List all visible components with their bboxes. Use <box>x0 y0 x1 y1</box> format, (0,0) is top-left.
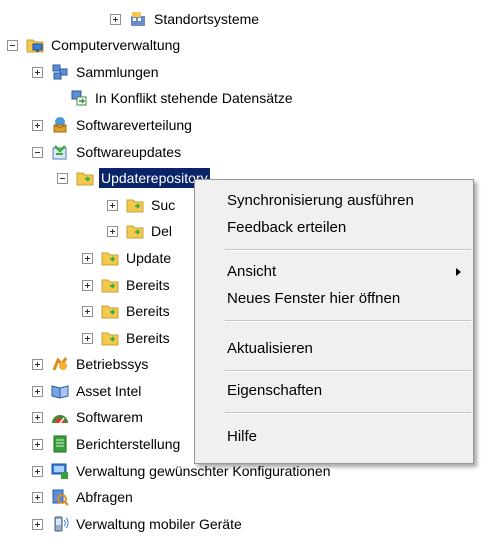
os-deployment-icon <box>51 355 69 373</box>
menu-item-aktualisieren[interactable]: Aktualisieren <box>195 336 473 362</box>
tree-item-label: Betriebssys <box>76 356 149 372</box>
tree-item-bereits-1[interactable]: Bereits <box>82 273 172 297</box>
tree-item-label: In Konflikt stehende Datensätze <box>95 90 293 106</box>
tree-item-label: Softwareupdates <box>76 144 182 160</box>
menu-separator <box>225 249 471 251</box>
mobile-device-icon <box>51 515 69 533</box>
tree-item-softwareverteilung[interactable]: Softwareverteilung <box>32 113 194 137</box>
folder-icon <box>101 329 119 347</box>
expand-plus-icon[interactable] <box>32 465 43 477</box>
tree-item-mobile-devices[interactable]: Verwaltung mobiler Geräte <box>32 512 244 536</box>
expand-plus-icon[interactable] <box>110 13 121 25</box>
expand-plus-icon[interactable] <box>82 252 93 264</box>
menu-item-eigenschaften[interactable]: Eigenschaften <box>195 378 473 404</box>
tree-item-konflikt[interactable]: In Konflikt stehende Datensätze <box>51 86 295 110</box>
menu-item-neues-fenster[interactable]: Neues Fenster hier öffnen <box>195 286 473 312</box>
tree-item-label: Verwaltung mobiler Geräte <box>76 516 242 532</box>
folder-icon <box>101 302 119 320</box>
menu-item-label: Ansicht <box>227 263 277 280</box>
tree-item-betriebssysteme[interactable]: Betriebssys <box>32 352 150 376</box>
expand-plus-icon[interactable] <box>32 66 43 78</box>
tree-item-asset-intelligence[interactable]: Asset Intel <box>32 379 143 403</box>
menu-item-label: Feedback erteilen <box>227 219 347 236</box>
software-metering-icon <box>51 408 69 426</box>
collapse-minus-icon[interactable] <box>7 39 18 51</box>
collapse-minus-icon[interactable] <box>57 172 68 184</box>
folder-icon <box>101 249 119 267</box>
folder-icon <box>126 196 144 214</box>
conflict-records-icon <box>70 89 88 107</box>
tree-item-label: Berichterstellung <box>76 436 181 452</box>
expand-plus-icon[interactable] <box>32 438 43 450</box>
expand-plus-icon[interactable] <box>107 199 118 211</box>
expand-plus-icon[interactable] <box>32 358 43 370</box>
context-menu: Synchronisierung ausführen Feedback erte… <box>194 179 474 464</box>
tree-item-label: Softwareverteilung <box>76 117 192 133</box>
tree-item-softwaremessung[interactable]: Softwarem <box>32 405 145 429</box>
expand-plus-icon[interactable] <box>82 332 93 344</box>
tree-item-bereits-2[interactable]: Bereits <box>82 299 172 323</box>
tree-item-suc[interactable]: Suc <box>107 193 177 217</box>
menu-item-label: Eigenschaften <box>227 382 323 399</box>
menu-item-label: Aktualisieren <box>227 340 313 357</box>
software-updates-icon <box>51 143 69 161</box>
menu-item-synchronisierung[interactable]: Synchronisierung ausführen <box>195 188 473 214</box>
expand-plus-icon[interactable] <box>32 518 43 530</box>
tree-item-label: Abfragen <box>76 489 133 505</box>
tree-item-label: Bereits <box>126 303 170 319</box>
tree-item-label: Computerverwaltung <box>51 37 181 53</box>
desired-configuration-icon <box>51 462 69 480</box>
queries-icon <box>51 488 69 506</box>
menu-item-label: Neues Fenster hier öffnen <box>227 290 401 307</box>
asset-intelligence-icon <box>51 382 69 400</box>
tree-item-berichterstellung[interactable]: Berichterstellung <box>32 432 182 456</box>
tree-item-label: Standortsysteme <box>154 11 260 27</box>
tree-item-updaterepository[interactable]: Updaterepository <box>57 166 210 190</box>
menu-separator <box>225 320 471 322</box>
tree-item-abfragen[interactable]: Abfragen <box>32 485 135 509</box>
collapse-minus-icon[interactable] <box>32 146 43 158</box>
tree-item-label: Update <box>126 250 172 266</box>
submenu-arrow-icon <box>456 268 461 276</box>
tree-item-label: Softwarem <box>76 409 143 425</box>
reporting-icon <box>51 435 69 453</box>
menu-item-label: Synchronisierung ausführen <box>227 192 414 209</box>
tree-item-sammlungen[interactable]: Sammlungen <box>32 60 161 84</box>
tree-item-computerverwaltung[interactable]: Computerverwaltung <box>7 33 182 57</box>
software-distribution-icon <box>51 116 69 134</box>
menu-item-feedback[interactable]: Feedback erteilen <box>195 215 473 241</box>
tree-item-label: Del <box>151 223 173 239</box>
expand-plus-icon[interactable] <box>82 305 93 317</box>
site-systems-icon <box>129 10 147 28</box>
tree-item-standortsysteme[interactable]: Standortsysteme <box>110 7 261 31</box>
menu-item-ansicht[interactable]: Ansicht <box>195 259 473 285</box>
folder-icon <box>76 169 94 187</box>
tree-item-label: Bereits <box>126 330 170 346</box>
expand-plus-icon[interactable] <box>107 225 118 237</box>
folder-icon <box>126 222 144 240</box>
menu-separator <box>225 370 471 372</box>
menu-separator <box>225 412 471 414</box>
menu-item-label: Hilfe <box>227 428 258 445</box>
tree-item-del[interactable]: Del <box>107 219 174 243</box>
folder-icon <box>101 276 119 294</box>
collections-icon <box>51 63 69 81</box>
tree-item-label: Asset Intel <box>76 383 142 399</box>
expand-plus-icon[interactable] <box>32 491 43 503</box>
tree-item-label: Sammlungen <box>76 64 159 80</box>
expand-plus-icon[interactable] <box>32 411 43 423</box>
tree-item-label: Bereits <box>126 277 170 293</box>
tree-item-label: Verwaltung gewünschter Konfigurationen <box>76 463 331 479</box>
computer-management-icon <box>26 36 44 54</box>
tree-item-update[interactable]: Update <box>82 246 173 270</box>
expand-plus-icon[interactable] <box>32 119 43 131</box>
expand-plus-icon[interactable] <box>32 385 43 397</box>
expand-plus-icon[interactable] <box>82 279 93 291</box>
menu-item-hilfe[interactable]: Hilfe <box>195 424 473 450</box>
tree-item-bereits-3[interactable]: Bereits <box>82 326 172 350</box>
tree-item-label: Suc <box>151 197 176 213</box>
tree-item-softwareupdates[interactable]: Softwareupdates <box>32 140 183 164</box>
